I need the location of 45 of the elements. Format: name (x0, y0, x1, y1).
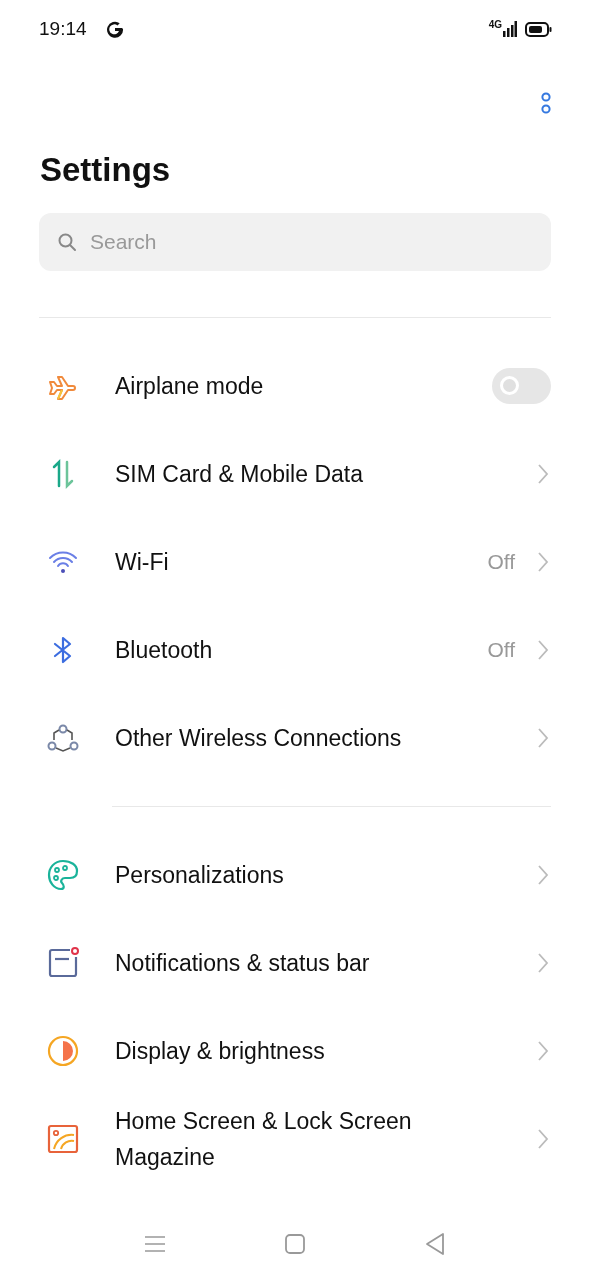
item-label: SIM Card & Mobile Data (115, 460, 363, 489)
chevron-icon (537, 952, 549, 974)
settings-item[interactable]: Wi-Fi Off (0, 518, 590, 606)
chevron-icon (537, 463, 549, 485)
search-icon (57, 232, 77, 252)
back-icon[interactable] (424, 1232, 446, 1256)
item-label: Personalizations (115, 861, 284, 890)
chevron-icon (537, 864, 549, 886)
chevron-icon (537, 1128, 549, 1150)
battery-icon (525, 21, 552, 37)
settings-item[interactable]: Bluetooth Off (0, 606, 590, 694)
network-label: 4G (488, 18, 502, 30)
item-label: Notifications & status bar (115, 949, 370, 978)
item-label: Airplane mode (115, 372, 264, 401)
item-label: Home Screen & Lock Screen Magazine (115, 1107, 413, 1172)
notification-icon (46, 946, 80, 980)
picture-frame-icon (46, 1122, 80, 1156)
item-label: Display & brightness (115, 1037, 325, 1066)
settings-item[interactable]: Home Screen & Lock Screen Magazine (0, 1095, 590, 1183)
item-label: Bluetooth (115, 636, 213, 665)
settings-item[interactable]: Display & brightness (0, 1007, 590, 1095)
g-icon (104, 19, 125, 39)
page-title: Settings (40, 150, 172, 190)
toggle-switch[interactable] (492, 368, 551, 404)
settings-item[interactable]: SIM Card & Mobile Data (0, 430, 590, 518)
settings-item[interactable]: Notifications & status bar (0, 919, 590, 1007)
search-field[interactable]: Search (39, 213, 551, 271)
half-circle-icon (46, 1034, 80, 1068)
chevron-icon (537, 727, 549, 749)
chevron-icon (537, 639, 549, 661)
chevron-icon (537, 551, 549, 573)
palette-icon (46, 858, 80, 892)
settings-item[interactable]: Other Wireless Connections (0, 694, 590, 782)
item-value: Off (487, 550, 515, 574)
status-time: 19:14 (39, 18, 87, 40)
menu-icon[interactable] (144, 1234, 166, 1254)
item-label: Wi-Fi (115, 548, 169, 577)
signal-icon (503, 21, 517, 37)
more-options-icon[interactable] (540, 90, 552, 116)
settings-item[interactable]: Airplane mode (0, 342, 590, 430)
item-label: Other Wireless Connections (115, 724, 402, 753)
home-icon[interactable] (284, 1233, 306, 1255)
item-value: Off (487, 638, 515, 662)
settings-item[interactable]: Personalizations (0, 831, 590, 919)
chevron-icon (537, 1040, 549, 1062)
